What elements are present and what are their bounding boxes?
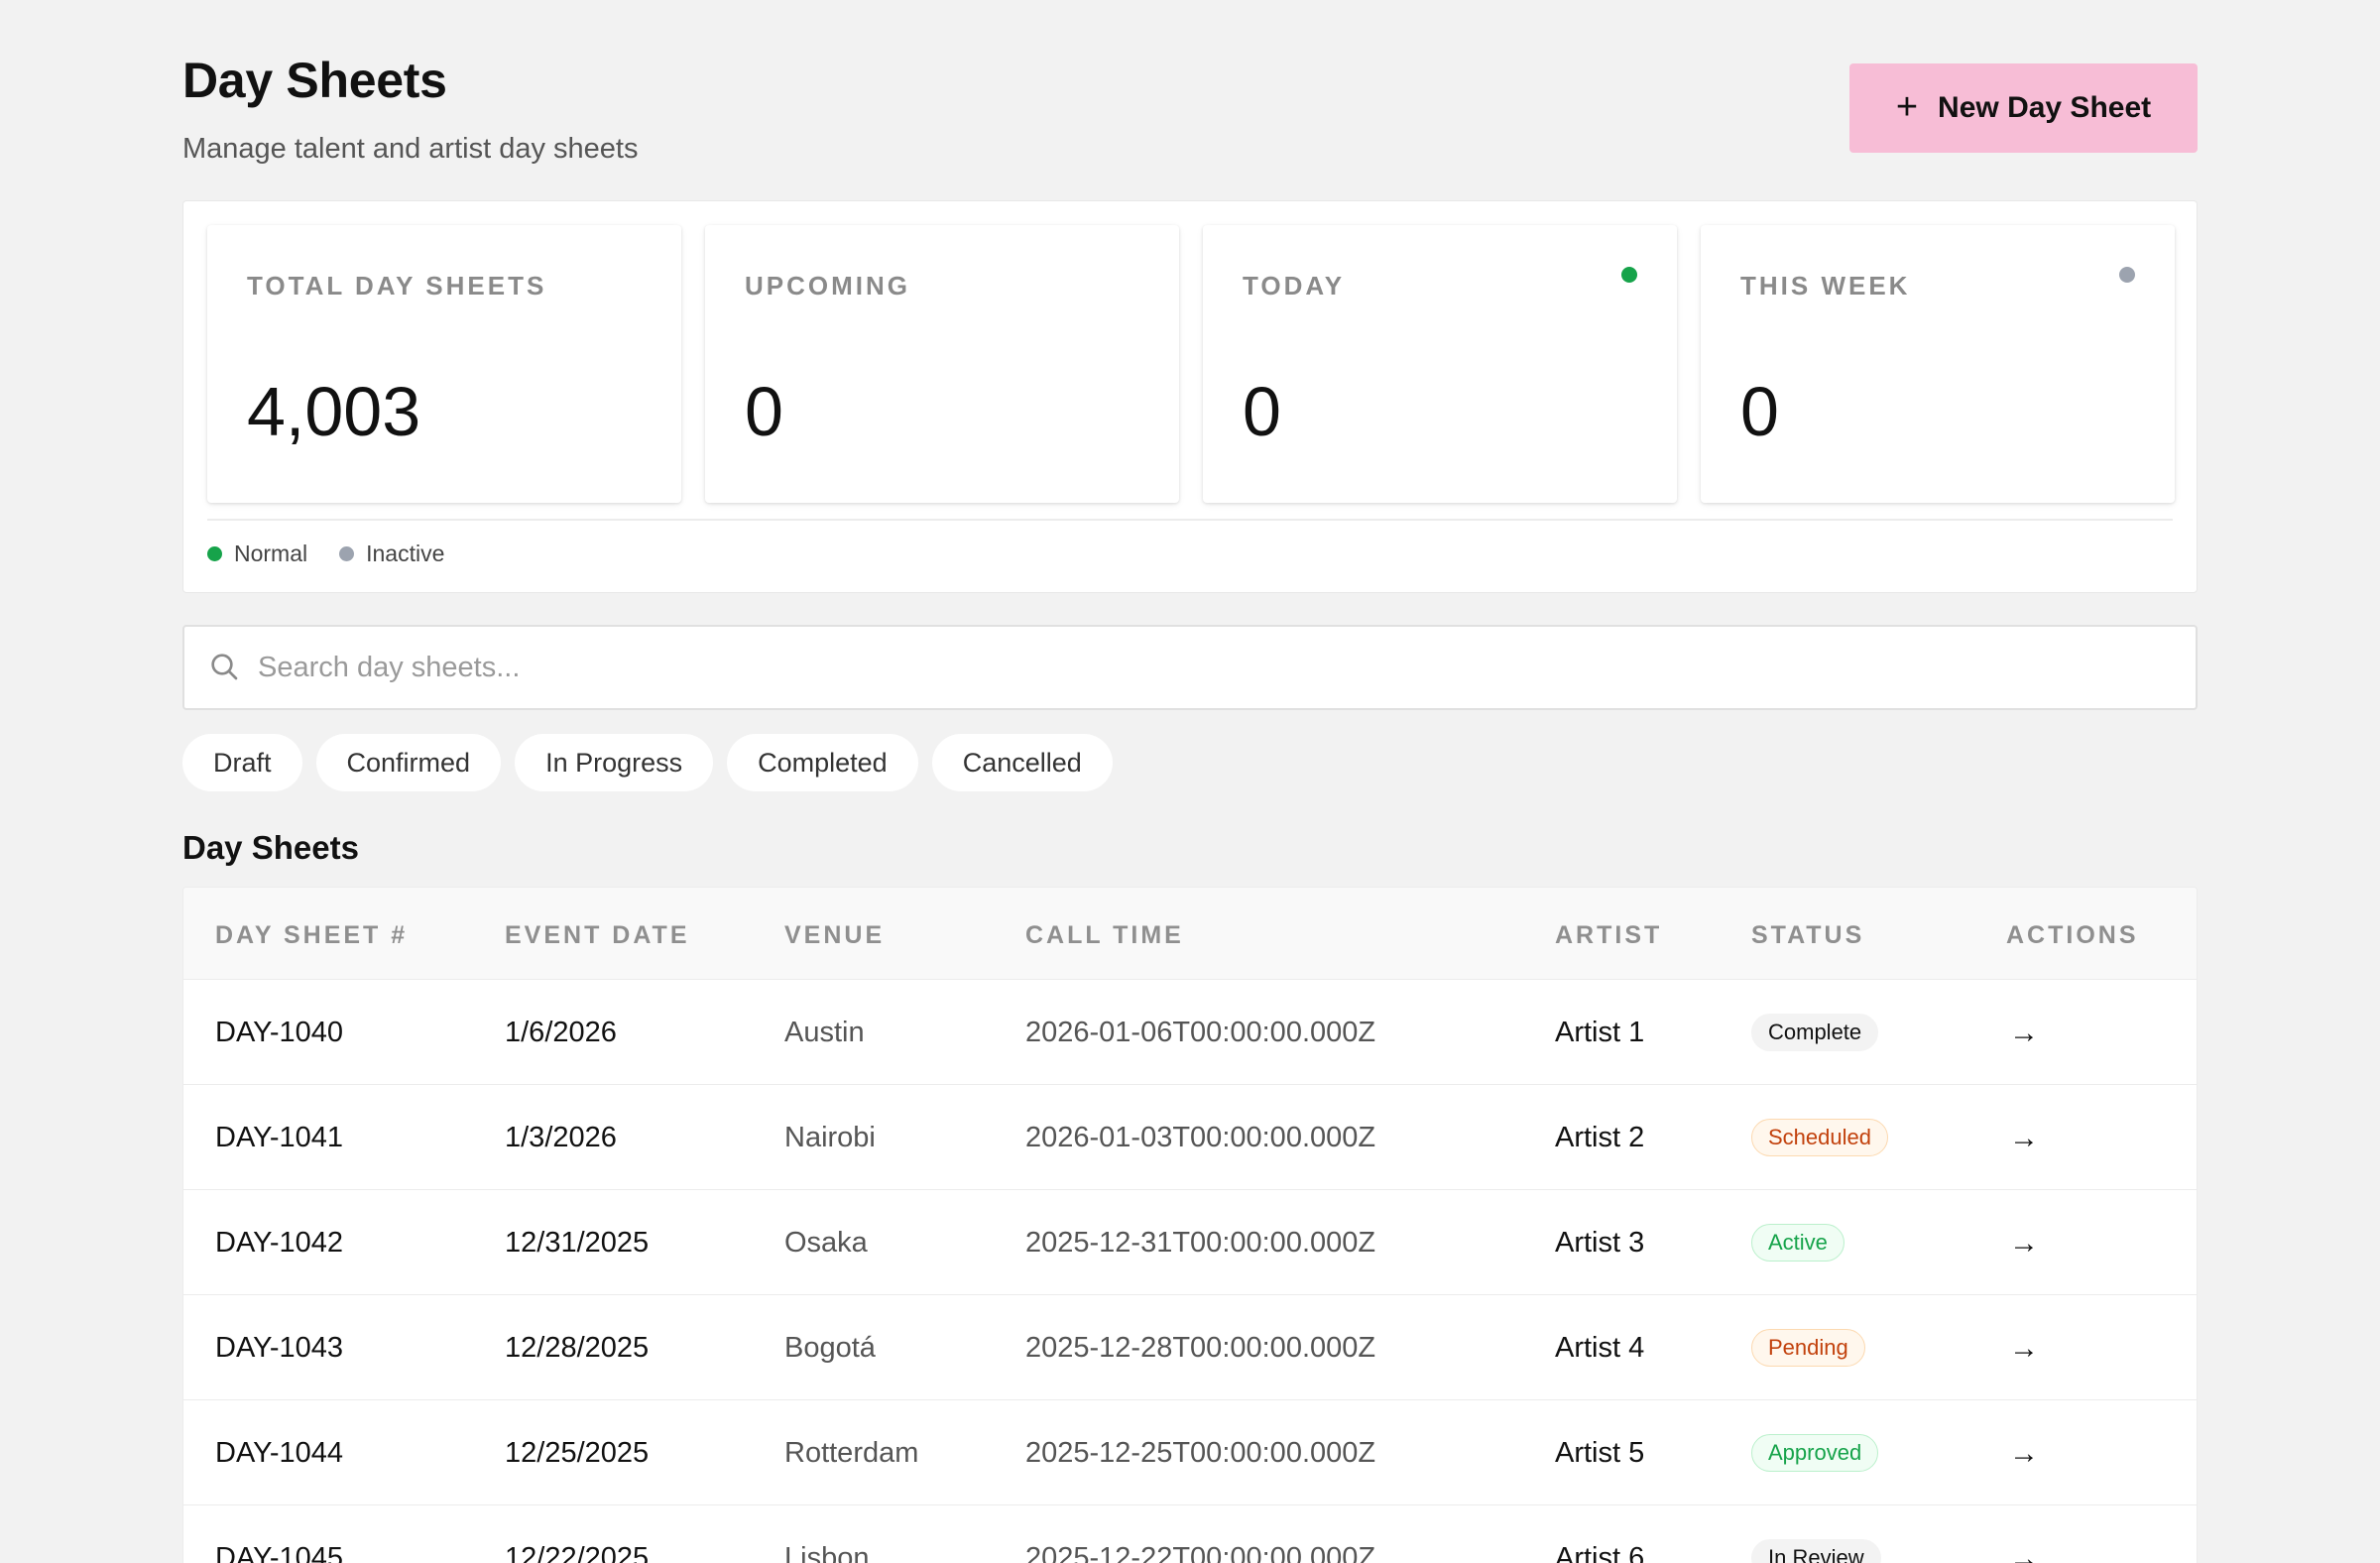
status-dot-icon [1621,267,1637,283]
stat-card-this-week: This Week 0 [1701,225,2175,503]
cell-call-time: 2025-12-22T00:00:00.000Z [1025,1542,1376,1563]
table-row[interactable]: DAY-1040 1/6/2026 Austin 2026-01-06T00:0… [183,979,2197,1084]
cell-artist: Artist 2 [1555,1122,1645,1153]
page: Day Sheets Manage talent and artist day … [182,0,2198,1563]
table-row[interactable]: DAY-1042 12/31/2025 Osaka 2025-12-31T00:… [183,1189,2197,1294]
cell-event-date: 1/6/2026 [505,1017,617,1048]
stat-card-total: Total Day Sheets 4,003 [207,225,681,503]
cell-venue: Bogotá [784,1332,876,1364]
table-row[interactable]: DAY-1045 12/22/2025 Lisbon 2025-12-22T00… [183,1504,2197,1563]
status-badge: In Review [1751,1539,1881,1563]
cell-artist: Artist 5 [1555,1437,1645,1469]
stat-label: Upcoming [745,271,910,301]
cell-venue: Osaka [784,1227,868,1259]
status-badge: Approved [1751,1434,1879,1472]
cell-event-date: 12/31/2025 [505,1227,650,1259]
open-row-arrow-icon[interactable]: → [2004,1434,2044,1474]
cell-call-time: 2025-12-25T00:00:00.000Z [1025,1437,1376,1469]
stat-label: This Week [1740,271,1911,301]
day-sheets-table: Day Sheet # Event Date Venue Call Time A… [182,887,2198,1563]
open-row-arrow-icon[interactable]: → [2004,1539,2044,1563]
cell-artist: Artist 4 [1555,1332,1645,1364]
new-day-sheet-button[interactable]: + New Day Sheet [1849,63,2198,153]
cell-call-time: 2026-01-03T00:00:00.000Z [1025,1122,1376,1153]
new-day-sheet-label: New Day Sheet [1938,91,2152,124]
stats-panel: Total Day Sheets 4,003 Upcoming 0 Today … [182,200,2198,593]
cell-id: DAY-1042 [215,1227,343,1259]
search-icon [211,654,238,680]
status-badge: Complete [1751,1014,1879,1051]
cell-venue: Rotterdam [784,1437,919,1469]
page-subtitle: Manage talent and artist day sheets [182,133,639,165]
status-badge: Scheduled [1751,1119,1888,1156]
filter-chip-draft[interactable]: Draft [182,734,302,791]
cell-event-date: 1/3/2026 [505,1122,617,1153]
cell-call-time: 2026-01-06T00:00:00.000Z [1025,1017,1376,1048]
column-header-venue[interactable]: Venue [784,921,885,950]
cell-venue: Lisbon [784,1542,870,1563]
cell-event-date: 12/28/2025 [505,1332,650,1364]
divider [207,519,2173,521]
status-badge: Pending [1751,1329,1865,1367]
cell-event-date: 12/25/2025 [505,1437,650,1469]
column-header-actions: Actions [2006,921,2139,949]
stat-value: 0 [1243,373,1281,450]
search-box [182,625,2198,710]
table-row[interactable]: DAY-1044 12/25/2025 Rotterdam 2025-12-25… [183,1399,2197,1504]
cell-venue: Austin [784,1017,865,1048]
cell-artist: Artist 1 [1555,1017,1645,1048]
status-dot-icon [2119,267,2135,283]
cell-artist: Artist 3 [1555,1227,1645,1259]
stat-label: Total Day Sheets [247,271,547,301]
cell-id: DAY-1040 [215,1017,343,1048]
stat-value: 0 [745,373,783,450]
open-row-arrow-icon[interactable]: → [2004,1119,2044,1158]
table-row[interactable]: DAY-1043 12/28/2025 Bogotá 2025-12-28T00… [183,1294,2197,1399]
cell-venue: Nairobi [784,1122,876,1153]
table-row[interactable]: DAY-1041 1/3/2026 Nairobi 2026-01-03T00:… [183,1084,2197,1189]
open-row-arrow-icon[interactable]: → [2004,1224,2044,1263]
column-header-status[interactable]: Status [1751,921,1864,950]
column-header-id[interactable]: Day Sheet # [215,921,408,950]
open-row-arrow-icon[interactable]: → [2004,1014,2044,1053]
stat-label: Today [1243,271,1346,301]
section-title: Day Sheets [182,829,359,866]
cell-id: DAY-1045 [215,1542,343,1563]
cell-event-date: 12/22/2025 [505,1542,650,1563]
filter-chip-confirmed[interactable]: Confirmed [315,734,502,791]
legend-item-normal: Normal [207,541,307,567]
column-header-artist[interactable]: Artist [1555,921,1662,950]
plus-icon: + [1895,85,1919,128]
legend-item-inactive: Inactive [339,541,444,567]
filter-chip-cancelled[interactable]: Cancelled [931,734,1113,791]
cell-id: DAY-1041 [215,1122,343,1153]
cell-call-time: 2025-12-28T00:00:00.000Z [1025,1332,1376,1364]
filter-chip-completed[interactable]: Completed [727,734,918,791]
cell-call-time: 2025-12-31T00:00:00.000Z [1025,1227,1376,1259]
cell-artist: Artist 6 [1555,1542,1645,1563]
legend-label: Inactive [366,541,445,566]
filter-chip-in-progress[interactable]: In Progress [515,734,714,791]
search-input[interactable] [258,627,2142,708]
legend: Normal Inactive [207,541,444,567]
cell-id: DAY-1043 [215,1332,343,1364]
table-header: Day Sheet # Event Date Venue Call Time A… [183,888,2197,979]
stat-card-upcoming: Upcoming 0 [705,225,1179,503]
legend-dot-icon [339,546,355,561]
page-header: Day Sheets Manage talent and artist day … [182,0,2198,198]
legend-dot-icon [207,546,222,561]
stat-card-today: Today 0 [1203,225,1677,503]
cell-id: DAY-1044 [215,1437,343,1469]
stat-value: 4,003 [247,373,421,450]
column-header-event-date[interactable]: Event Date [505,921,690,950]
status-filters: Draft Confirmed In Progress Completed Ca… [182,734,1113,791]
column-header-call-time[interactable]: Call Time [1025,921,1184,950]
stat-value: 0 [1740,373,1779,450]
status-badge: Active [1751,1224,1844,1262]
legend-label: Normal [234,541,308,566]
open-row-arrow-icon[interactable]: → [2004,1329,2044,1369]
page-title: Day Sheets [182,53,447,108]
